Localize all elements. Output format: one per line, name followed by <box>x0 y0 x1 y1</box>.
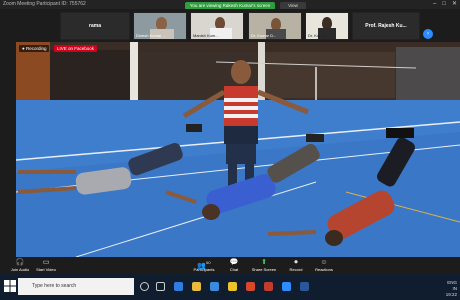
participant-name: rama <box>89 23 101 29</box>
close-button[interactable]: ✕ <box>452 0 457 9</box>
system-tray: ENG IN 19:22 <box>446 280 457 298</box>
lying-person-shoes <box>306 134 324 142</box>
file-explorer-icon[interactable] <box>192 282 201 291</box>
pillar <box>258 42 265 108</box>
left-margin <box>0 42 16 257</box>
task-view-icon[interactable] <box>156 282 165 291</box>
participant-tile[interactable]: rama <box>60 12 130 40</box>
shirt-stripe <box>224 114 258 118</box>
instructor-pants <box>224 126 258 144</box>
windows-start-icon[interactable] <box>4 280 16 292</box>
shared-video[interactable]: ● Recording LIVE on Facebook <box>16 42 460 257</box>
shirt-stripe <box>224 106 258 110</box>
wall-panel <box>265 52 395 98</box>
lying-person-head <box>202 204 220 220</box>
participant-name: Dinesh Kumar ... <box>136 33 166 38</box>
lying-person-head <box>325 230 343 246</box>
store-icon[interactable] <box>210 282 219 291</box>
chrome-icon[interactable] <box>228 282 237 291</box>
maximize-button[interactable]: □ <box>442 0 446 9</box>
participant-name: Dr. Kumar D... <box>251 33 277 38</box>
participant-name: Prof. Rajesh Ku... <box>365 23 407 29</box>
sharing-text: You are viewing Rakesh Kumar's screen <box>189 3 271 8</box>
reactions-icon: ☺ <box>320 259 328 266</box>
lying-person-arm <box>267 230 317 236</box>
search-placeholder: Type here to search <box>32 283 77 289</box>
powerpoint-icon[interactable] <box>264 282 273 291</box>
instructor-legs <box>226 142 256 164</box>
start-video-button[interactable]: ▭ Start Video <box>26 259 66 273</box>
wall-panel <box>50 50 130 102</box>
lying-person-shoes <box>386 128 414 138</box>
windows-taskbar: Type here to search ENG IN 19:22 <box>0 274 460 300</box>
participant-name: Manish Kum... <box>193 33 219 38</box>
participant-tile[interactable]: Dr. Kumar... <box>305 12 349 40</box>
language-indicator[interactable]: ENG IN <box>446 280 457 292</box>
zoom-icon[interactable] <box>282 282 291 291</box>
window-controls: – □ ✕ <box>433 0 457 9</box>
window-title: Zoom Meeting Participant ID: 755762 <box>3 1 86 7</box>
meeting-toolbar: 🎧 Join Audio ▭ Start Video 👥60 Participa… <box>0 257 460 274</box>
edge-icon[interactable] <box>174 282 183 291</box>
instructor-head <box>231 60 251 84</box>
minimize-button[interactable]: – <box>433 0 436 9</box>
taskbar-search-input[interactable]: Type here to search <box>18 278 134 295</box>
recording-indicator[interactable]: ● Recording <box>19 45 50 52</box>
participant-tile[interactable]: Dr. Kumar D... <box>248 12 302 40</box>
participant-tile[interactable]: Manish Kum... <box>190 12 244 40</box>
firefox-icon[interactable] <box>246 282 255 291</box>
participant-name: Dr. Kumar... <box>308 33 330 38</box>
next-page-arrow-icon[interactable]: › <box>423 29 433 39</box>
participant-tile[interactable]: Prof. Rajesh Ku... <box>352 12 420 40</box>
video-scene <box>16 42 460 257</box>
live-facebook-badge[interactable]: LIVE on Facebook <box>54 45 98 52</box>
wall-panel <box>396 47 460 102</box>
word-icon[interactable] <box>300 282 309 291</box>
participant-strip: rama Dinesh Kumar ... Manish Kum... Dr. … <box>0 9 460 42</box>
clock[interactable]: 19:22 <box>446 292 457 298</box>
lying-person-shoes <box>186 124 202 132</box>
shirt-stripe <box>224 98 258 102</box>
cortana-icon[interactable] <box>140 282 149 291</box>
camera-icon: ▭ <box>42 259 50 266</box>
zoom-window: Zoom Meeting Participant ID: 755762 – □ … <box>0 0 460 300</box>
reactions-button[interactable]: ☺ Reactions <box>304 259 344 273</box>
participant-tile[interactable]: Dinesh Kumar ... <box>133 12 187 40</box>
